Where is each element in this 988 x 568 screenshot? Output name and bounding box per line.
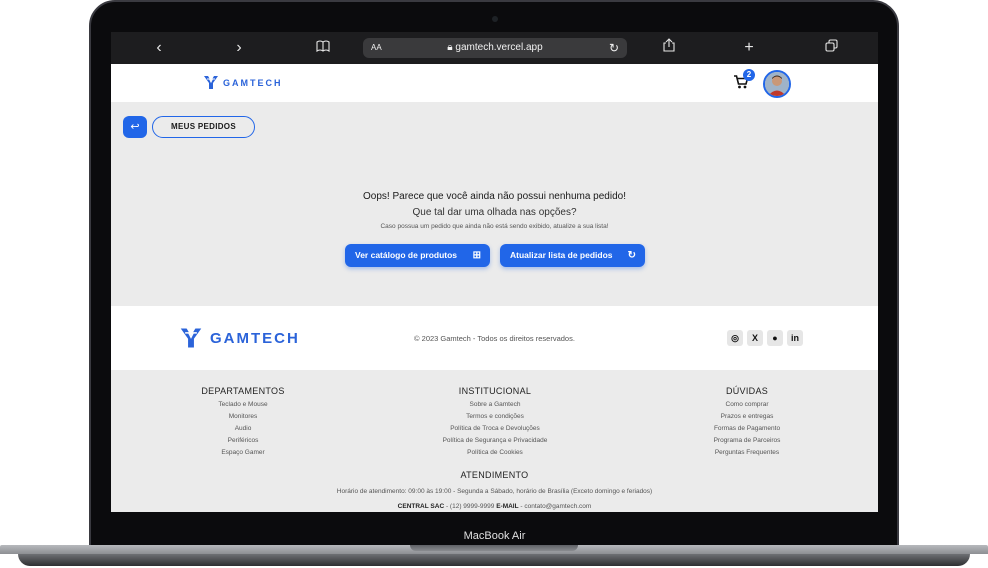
chevron-left-icon[interactable]: ‹ [147, 38, 171, 58]
footer-link[interactable]: Periféricos [148, 435, 338, 447]
address-bar[interactable]: AA 🔒︎ gamtech.vercel.app ↻ [363, 38, 627, 58]
site-header: GAMTECH 2 [111, 64, 878, 102]
x-icon[interactable]: X [747, 330, 763, 346]
reload-icon[interactable]: ↻ [609, 38, 619, 58]
footer-column-title: INSTITUCIONAL [458, 386, 532, 396]
attendance-title: ATENDIMENTO [460, 470, 529, 480]
lock-icon: 🔒︎ [447, 42, 453, 53]
page-title: MEUS PEDIDOS [152, 116, 255, 138]
empty-state-title: Oops! Parece que você ainda não possui n… [363, 191, 626, 202]
email-value[interactable]: - contato@gamtech.com [520, 503, 591, 510]
footer-column-title: DEPARTAMENTOS [201, 386, 285, 396]
footer-link[interactable]: Política de Cookies [400, 447, 590, 459]
footer-column-title: DÚVIDAS [725, 386, 769, 396]
book-icon[interactable] [311, 38, 335, 58]
footer-link[interactable]: Prazos e entregas [652, 411, 842, 423]
grid-icon: ⊞ [472, 250, 481, 261]
footer-link[interactable]: Formas de Pagamento [652, 423, 842, 435]
footer-link[interactable]: Política de Segurança e Privacidade [400, 435, 590, 447]
footer-link[interactable]: Programa de Parceiros [652, 435, 842, 447]
chevron-right-icon[interactable]: › [227, 38, 251, 58]
footer-links: DEPARTAMENTOS Teclado e Mouse Monitores … [111, 370, 878, 512]
tabs-icon[interactable] [819, 38, 843, 58]
empty-state-hint: Caso possua um pedido que ainda não está… [380, 223, 609, 230]
plus-icon[interactable]: + [737, 38, 761, 58]
browser-toolbar: ‹ › AA 🔒︎ gamtech.vercel.app ↻ + [111, 32, 878, 64]
attendance-contact: CENTRAL SAC - (12) 9999-9999 E-MAIL - co… [111, 503, 878, 510]
footer-link[interactable]: Termos e condições [400, 411, 590, 423]
footer-link[interactable]: Política de Troca e Devoluções [400, 423, 590, 435]
laptop-mockup: ‹ › AA 🔒︎ gamtech.vercel.app ↻ + GAMTECH… [0, 0, 988, 568]
github-icon[interactable]: ● [767, 330, 783, 346]
logo-text: GAMTECH [223, 77, 283, 88]
footer-link[interactable]: Monitores [148, 411, 338, 423]
back-arrow-icon: ↩ [130, 121, 140, 133]
camera-icon [492, 16, 498, 22]
empty-state-subtitle: Que tal dar uma olhada nas opções? [412, 207, 577, 218]
footer-brand: GAMTECH © 2023 Gamtech - Todos os direit… [111, 306, 878, 370]
catalog-button-label: Ver catálogo de produtos [355, 250, 458, 260]
refresh-orders-button[interactable]: Atualizar lista de pedidos ↻ [500, 244, 645, 267]
footer-link[interactable]: Espaço Gamer [148, 447, 338, 459]
instagram-icon[interactable]: ◎ [727, 330, 743, 346]
device-label: MacBook Air [463, 530, 526, 542]
attendance-hours: Horário de atendimento: 09:00 às 19:00 -… [336, 488, 653, 495]
linkedin-icon[interactable]: in [787, 330, 803, 346]
footer-link[interactable]: Como comprar [652, 399, 842, 411]
url-text: gamtech.vercel.app [455, 42, 543, 53]
footer-link[interactable]: Sobre a Gamtech [400, 399, 590, 411]
gamtech-logo[interactable]: GAMTECH [203, 75, 283, 90]
footer-column-departments: DEPARTAMENTOS Teclado e Mouse Monitores … [148, 386, 338, 459]
refresh-icon: ↻ [627, 250, 636, 261]
laptop-base [0, 545, 988, 568]
sac-label: CENTRAL SAC [397, 503, 445, 510]
footer-column-institutional: INSTITUCIONAL Sobre a Gamtech Termos e c… [400, 386, 590, 459]
avatar[interactable] [763, 70, 791, 98]
email-label: E-MAIL [496, 503, 519, 510]
social-links: ◎ X ● in [727, 330, 803, 346]
footer-column-faq: DÚVIDAS Como comprar Prazos e entregas F… [652, 386, 842, 459]
refresh-button-label: Atualizar lista de pedidos [510, 250, 613, 260]
footer-link[interactable]: Teclado e Mouse [148, 399, 338, 411]
orders-main: ↩ MEUS PEDIDOS Oops! Parece que você ain… [111, 102, 878, 306]
share-icon[interactable] [657, 38, 681, 58]
footer-link[interactable]: Perguntas Frequentes [652, 447, 842, 459]
screen: ‹ › AA 🔒︎ gamtech.vercel.app ↻ + GAMTECH… [111, 32, 878, 512]
cart-count-badge: 2 [743, 69, 755, 81]
back-button[interactable]: ↩ [123, 116, 147, 138]
catalog-button[interactable]: Ver catálogo de produtos ⊞ [345, 244, 490, 267]
logo-mark-icon [204, 76, 218, 89]
footer-link[interactable]: Audio [148, 423, 338, 435]
sac-value[interactable]: - (12) 9999-9999 [446, 503, 494, 510]
